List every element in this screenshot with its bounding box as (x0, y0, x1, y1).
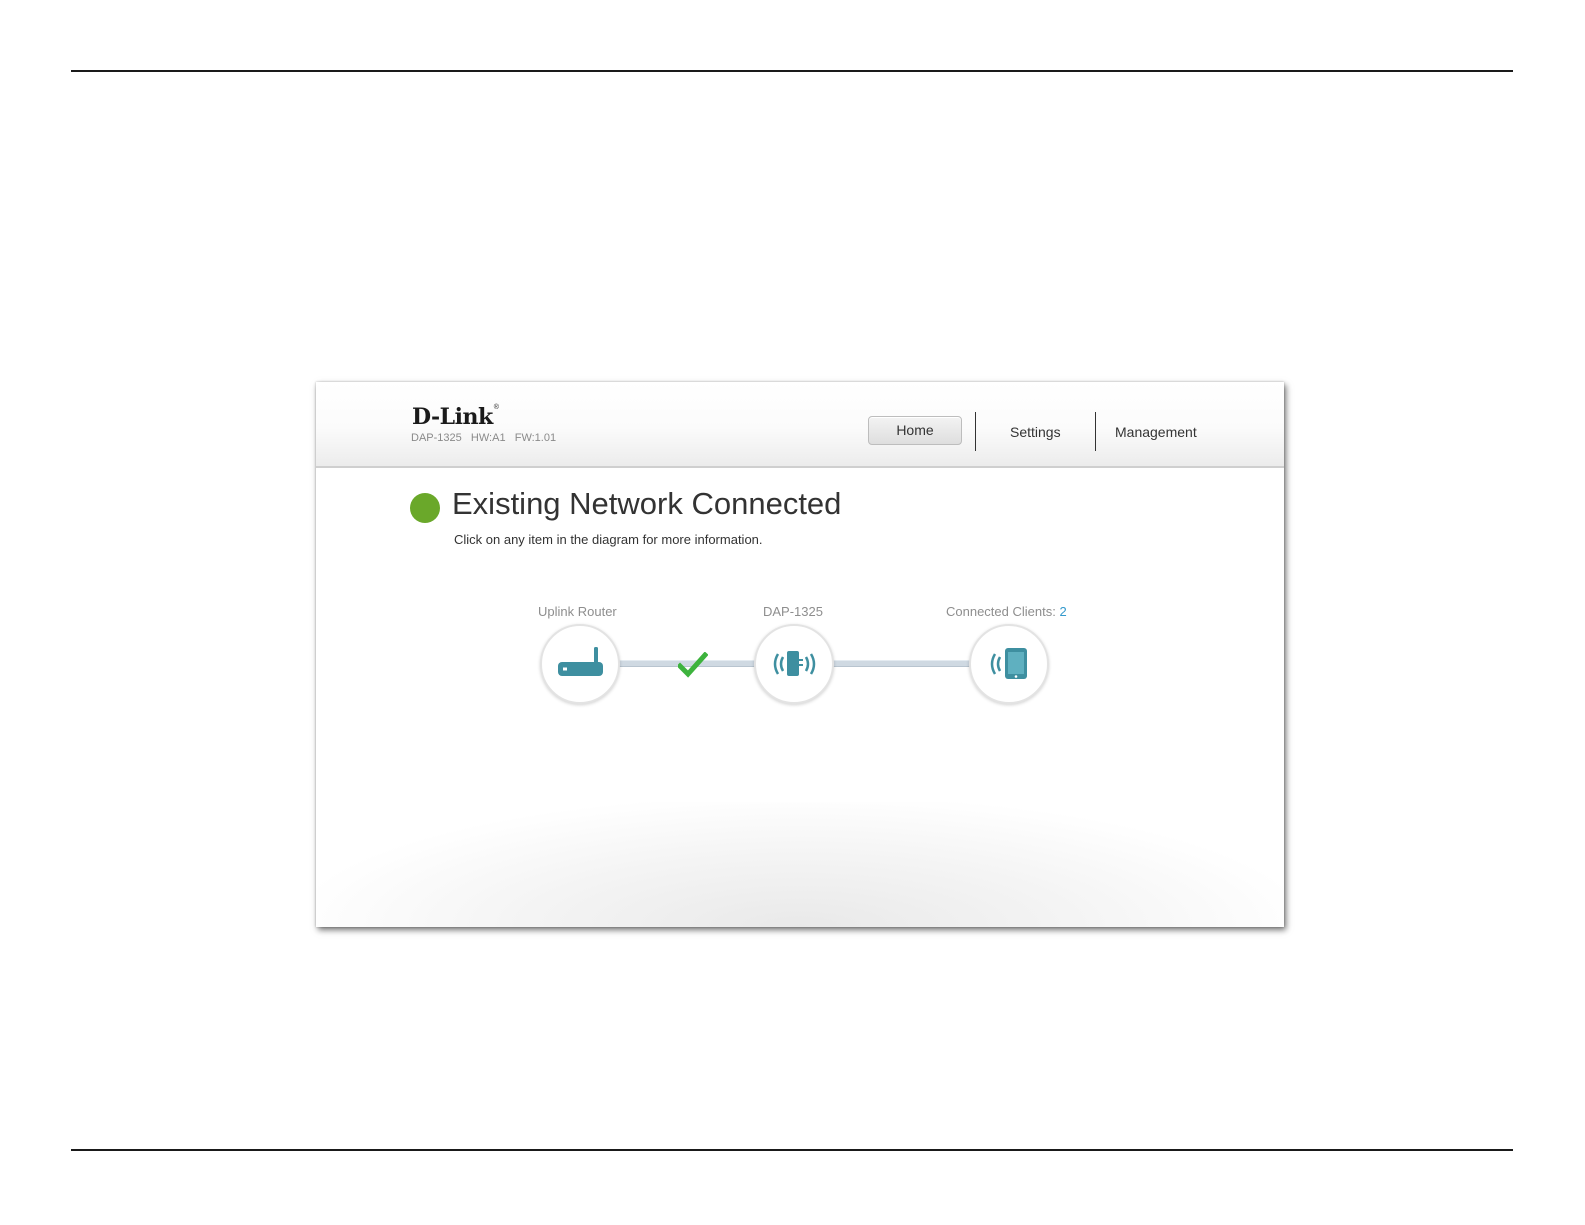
page-top-rule (71, 70, 1513, 72)
status-subtitle: Click on any item in the diagram for mor… (454, 532, 763, 547)
device-label: DAP-1325 (763, 604, 823, 619)
router-icon (558, 647, 603, 676)
background-floor (316, 802, 1284, 927)
dlink-logo: D-Link® (412, 404, 499, 430)
status-indicator (410, 493, 440, 523)
nav-home-button[interactable]: Home (868, 416, 962, 445)
connected-clients-label: Connected Clients: 2 (946, 604, 1067, 619)
page-bottom-rule (71, 1149, 1513, 1151)
nav-separator (975, 412, 976, 451)
nav-settings[interactable]: Settings (1010, 424, 1061, 440)
extender-node[interactable] (754, 624, 834, 704)
nav-management[interactable]: Management (1115, 424, 1197, 440)
check-icon (678, 652, 708, 678)
tablet-icon (990, 648, 1027, 679)
client-count: 2 (1059, 604, 1067, 619)
header-bar: D-Link® DAP-1325 HW:A1 FW:1.01 Home Sett… (316, 382, 1284, 468)
model-info: DAP-1325 HW:A1 FW:1.01 (411, 432, 557, 444)
connected-clients-node[interactable] (969, 624, 1049, 704)
uplink-router-node[interactable] (540, 624, 620, 704)
status-title: Existing Network Connected (452, 486, 842, 521)
dlink-home-screenshot: D-Link® DAP-1325 HW:A1 FW:1.01 Home Sett… (316, 382, 1284, 927)
client-connection-line (831, 660, 971, 667)
extender-icon (773, 651, 816, 676)
nav-separator (1095, 412, 1096, 451)
uplink-router-label: Uplink Router (538, 604, 617, 619)
